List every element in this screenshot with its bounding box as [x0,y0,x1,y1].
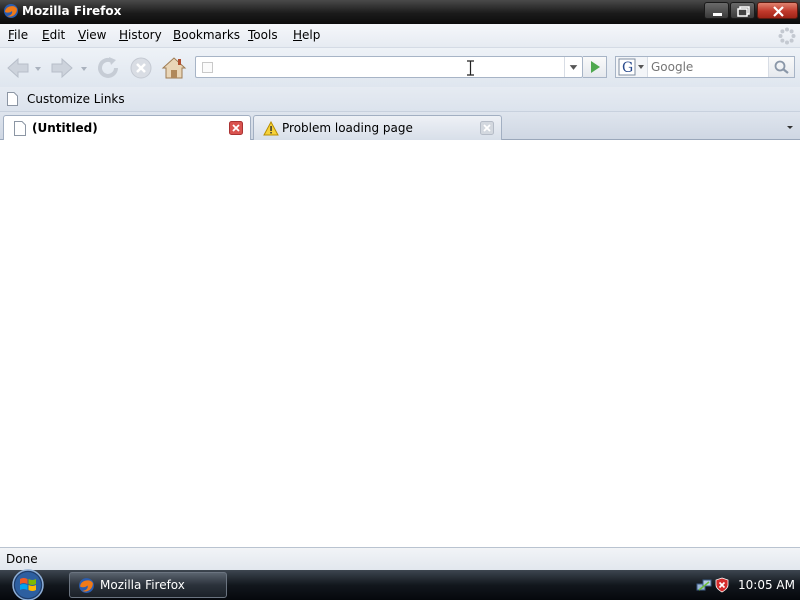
page-icon [14,121,26,136]
search-input[interactable] [651,59,766,75]
taskbar: Mozilla Firefox 10:05 AM [0,568,800,600]
status-bar: Done [0,547,800,570]
stop-icon[interactable] [127,54,155,82]
menu-bar: File Edit View History Bookmarks Tools H… [0,24,800,48]
security-shield-icon[interactable] [714,577,730,593]
restore-icon [737,6,750,17]
maximize-button[interactable] [730,2,755,19]
svg-text:G: G [622,60,633,76]
back-arrow-icon[interactable] [4,54,32,82]
google-g-icon: G [618,58,644,76]
tab-strip: (Untitled) Problem loading page [0,112,800,141]
menu-tools[interactable]: Tools [248,28,278,42]
menu-file[interactable]: File [8,28,28,42]
tab-untitled[interactable]: (Untitled) [3,115,251,141]
tab-problem-loading-page[interactable]: Problem loading page [253,115,502,140]
taskbar-button-label: Mozilla Firefox [100,578,185,592]
status-text: Done [6,552,38,566]
clock[interactable]: 10:05 AM [738,578,795,592]
tab-close-icon[interactable] [229,121,243,135]
location-bar[interactable] [195,56,583,78]
firefox-logo-icon [4,4,18,18]
bookmark-label: Customize Links [27,92,125,106]
window-title: Mozilla Firefox [22,4,122,18]
search-button[interactable] [768,57,794,77]
minimize-icon [713,13,722,16]
reload-icon[interactable] [94,54,122,82]
close-icon [773,6,784,17]
search-bar[interactable]: G [615,56,795,78]
system-tray: 10:05 AM [690,570,800,600]
minimize-button[interactable] [704,2,729,19]
back-history-dropdown-icon[interactable] [31,54,45,82]
forward-arrow-icon[interactable] [48,54,76,82]
close-button[interactable] [757,2,798,19]
bookmarks-toolbar: Customize Links [0,87,800,112]
menu-view[interactable]: View [78,28,106,42]
throbber-icon [778,27,796,45]
network-icon[interactable] [696,577,712,593]
url-input[interactable] [218,59,558,75]
go-button[interactable] [583,56,607,78]
firefox-icon [79,578,94,593]
text-cursor-icon [467,60,474,76]
tab-list-dropdown-icon[interactable] [781,116,799,138]
title-bar: Mozilla Firefox [0,0,800,24]
tab-label: Problem loading page [282,121,413,135]
tab-close-icon[interactable] [480,121,494,135]
windows-start-icon[interactable] [8,568,48,600]
menu-history[interactable]: History [119,28,162,42]
menu-bookmarks[interactable]: Bookmarks [173,28,240,42]
go-arrow-icon [591,61,600,73]
page-icon [7,92,18,106]
url-history-dropdown-icon[interactable] [564,57,582,77]
home-icon[interactable] [160,54,188,82]
menu-help[interactable]: Help [293,28,320,42]
search-engine-selector[interactable]: G [616,57,648,77]
tab-label: (Untitled) [32,121,98,135]
magnifier-icon [774,60,789,74]
forward-history-dropdown-icon[interactable] [77,54,91,82]
warning-icon [263,121,279,136]
page-content[interactable] [0,140,800,547]
page-favicon-icon [202,62,213,73]
menu-edit[interactable]: Edit [42,28,65,42]
taskbar-button-firefox[interactable]: Mozilla Firefox [69,572,227,598]
